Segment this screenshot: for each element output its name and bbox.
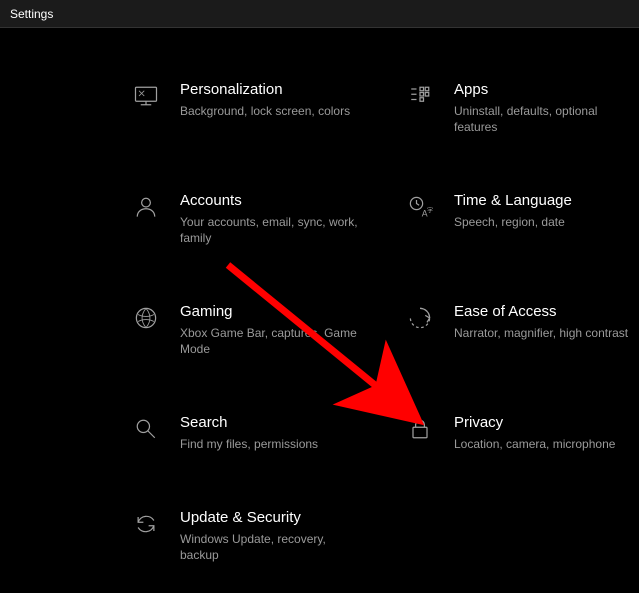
lock-icon [402, 413, 438, 443]
personalization-icon [128, 80, 164, 110]
tile-title: Time & Language [454, 191, 572, 211]
tile-search[interactable]: Search Find my files, permissions [128, 413, 388, 452]
tile-update-security[interactable]: Update & Security Windows Update, recove… [128, 508, 388, 563]
settings-grid: Personalization Background, lock screen,… [128, 80, 628, 563]
tile-sub: Location, camera, microphone [454, 436, 615, 452]
tile-personalization[interactable]: Personalization Background, lock screen,… [128, 80, 388, 135]
tile-gaming[interactable]: Gaming Xbox Game Bar, captures, Game Mod… [128, 302, 388, 357]
tile-sub: Xbox Game Bar, captures, Game Mode [180, 325, 360, 357]
gaming-icon [128, 302, 164, 332]
tile-sub: Windows Update, recovery, backup [180, 531, 360, 563]
tile-sub: Background, lock screen, colors [180, 103, 350, 119]
tile-title: Gaming [180, 302, 360, 322]
window-titlebar: Settings [0, 0, 639, 28]
window-title: Settings [10, 7, 53, 21]
tile-ease-of-access[interactable]: Ease of Access Narrator, magnifier, high… [402, 302, 632, 357]
ease-of-access-icon [402, 302, 438, 332]
svg-text:字: 字 [427, 206, 433, 214]
apps-icon [402, 80, 438, 110]
tile-sub: Uninstall, defaults, optional features [454, 103, 632, 135]
tile-title: Accounts [180, 191, 360, 211]
time-language-icon: A字 [402, 191, 438, 221]
tile-title: Update & Security [180, 508, 360, 528]
tile-privacy[interactable]: Privacy Location, camera, microphone [402, 413, 632, 452]
tile-accounts[interactable]: Accounts Your accounts, email, sync, wor… [128, 191, 388, 246]
tile-sub: Narrator, magnifier, high contrast [454, 325, 628, 341]
search-icon [128, 413, 164, 443]
tile-title: Privacy [454, 413, 615, 433]
tile-sub: Find my files, permissions [180, 436, 318, 452]
tile-title: Ease of Access [454, 302, 628, 322]
tile-sub: Speech, region, date [454, 214, 572, 230]
tile-title: Personalization [180, 80, 350, 100]
update-icon [128, 508, 164, 538]
tile-title: Apps [454, 80, 632, 100]
tile-sub: Your accounts, email, sync, work, family [180, 214, 360, 246]
tile-time-language[interactable]: A字 Time & Language Speech, region, date [402, 191, 632, 246]
tile-title: Search [180, 413, 318, 433]
tile-apps[interactable]: Apps Uninstall, defaults, optional featu… [402, 80, 632, 135]
accounts-icon [128, 191, 164, 221]
